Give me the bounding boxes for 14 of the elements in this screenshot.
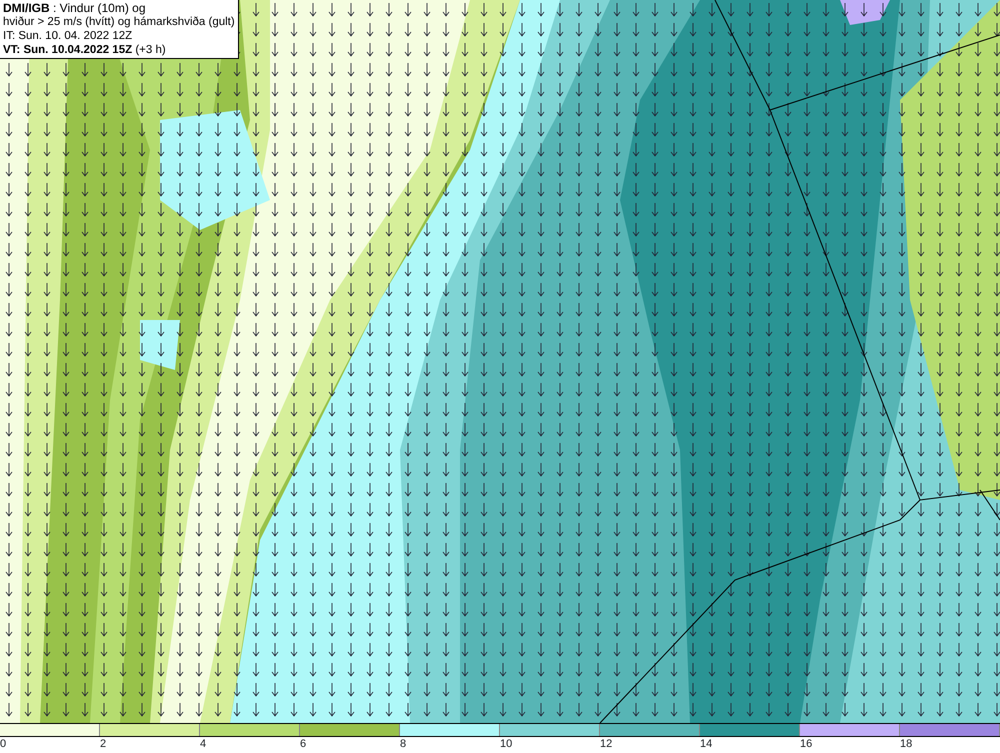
legend-tick-label: 18	[900, 738, 912, 750]
header-line: IT: Sun. 10. 04. 2022 12Z	[3, 29, 134, 43]
legend-tick-label: 0	[0, 738, 6, 750]
legend-tick-label: 6	[300, 738, 306, 750]
header-line: VT: Sun. 10.04.2022 15Z (+3 h)	[3, 43, 167, 57]
legend-tick-label: 10	[500, 738, 512, 750]
legend-tick-label: 12	[600, 738, 612, 750]
legend-tick-label: 4	[200, 738, 206, 750]
legend-tick-label: 2	[100, 738, 106, 750]
legend-tick-label: 8	[400, 738, 406, 750]
legend-tick-label: 14	[700, 738, 712, 750]
header-line: DMI/IGB : Vindur (10m) og	[3, 1, 146, 15]
header-line: hviður > 25 m/s (hvítt) og hámarkshviða (gult)	[3, 15, 235, 29]
legend-tick-label: 16	[800, 738, 812, 750]
